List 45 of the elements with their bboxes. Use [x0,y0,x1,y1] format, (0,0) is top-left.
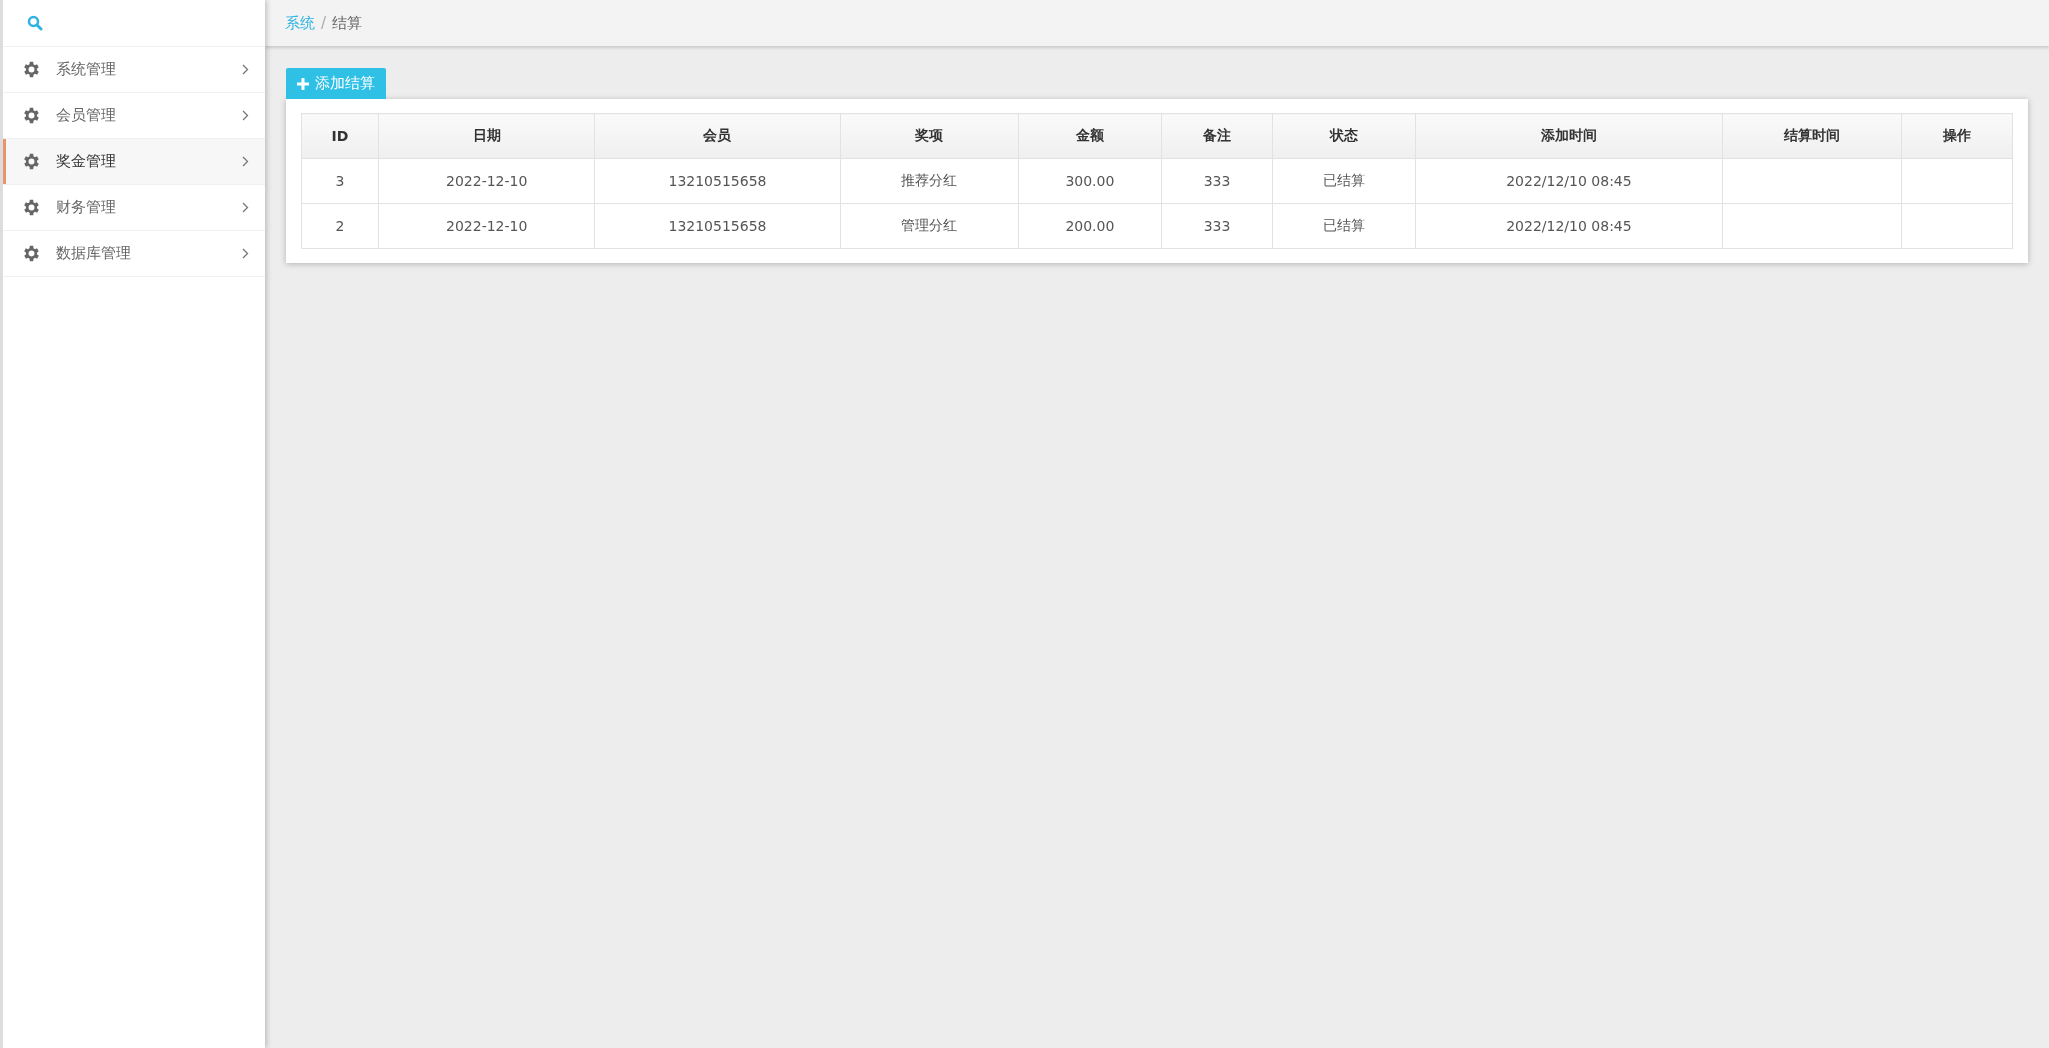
column-header: 状态 [1272,113,1416,159]
gear-icon [23,245,40,262]
page-title: 结算 [332,13,363,33]
column-header: 金额 [1018,113,1162,159]
chevron-right-icon [242,248,249,259]
table-cell: 已结算 [1272,158,1416,204]
breadcrumb-separator: / [321,14,327,32]
table-cell: 333 [1161,203,1273,249]
column-header: 会员 [594,113,841,159]
sidebar-item[interactable]: 奖金管理 [3,139,265,185]
table-cell: 300.00 [1018,158,1162,204]
table-cell: 333 [1161,158,1273,204]
gear-icon [23,153,40,170]
sidebar-item[interactable]: 财务管理 [3,185,265,231]
table-cell: 管理分红 [840,203,1019,249]
column-header: 添加时间 [1415,113,1723,159]
sidebar-item[interactable]: 数据库管理 [3,231,265,277]
table-cell: 推荐分红 [840,158,1019,204]
table-cell: 200.00 [1018,203,1162,249]
table-cell: 13210515658 [594,158,841,204]
gear-icon [23,199,40,216]
column-header: 操作 [1901,113,2013,159]
table-cell: 3 [301,158,379,204]
chevron-right-icon [242,202,249,213]
search-icon[interactable] [27,15,43,31]
column-header: 结算时间 [1722,113,1902,159]
table-cell: 13210515658 [594,203,841,249]
plus-icon [297,77,309,90]
table-cell: 2 [301,203,379,249]
table-cell: 2022-12-10 [378,158,595,204]
column-header: 日期 [378,113,595,159]
table-cell: 已结算 [1272,203,1416,249]
chevron-right-icon [242,156,249,167]
table-cell: 2022/12/10 08:45 [1415,158,1723,204]
table-cell: 2022/12/10 08:45 [1415,203,1723,249]
column-header: 备注 [1161,113,1273,159]
gear-icon [23,61,40,78]
gear-icon [23,107,40,124]
column-header: ID [301,113,379,159]
sidebar-item[interactable]: 会员管理 [3,93,265,139]
chevron-right-icon [242,64,249,75]
sidebar-item[interactable]: 系统管理 [3,47,265,93]
table-cell: 2022-12-10 [378,203,595,249]
chevron-right-icon [242,110,249,121]
column-header: 奖项 [840,113,1019,159]
